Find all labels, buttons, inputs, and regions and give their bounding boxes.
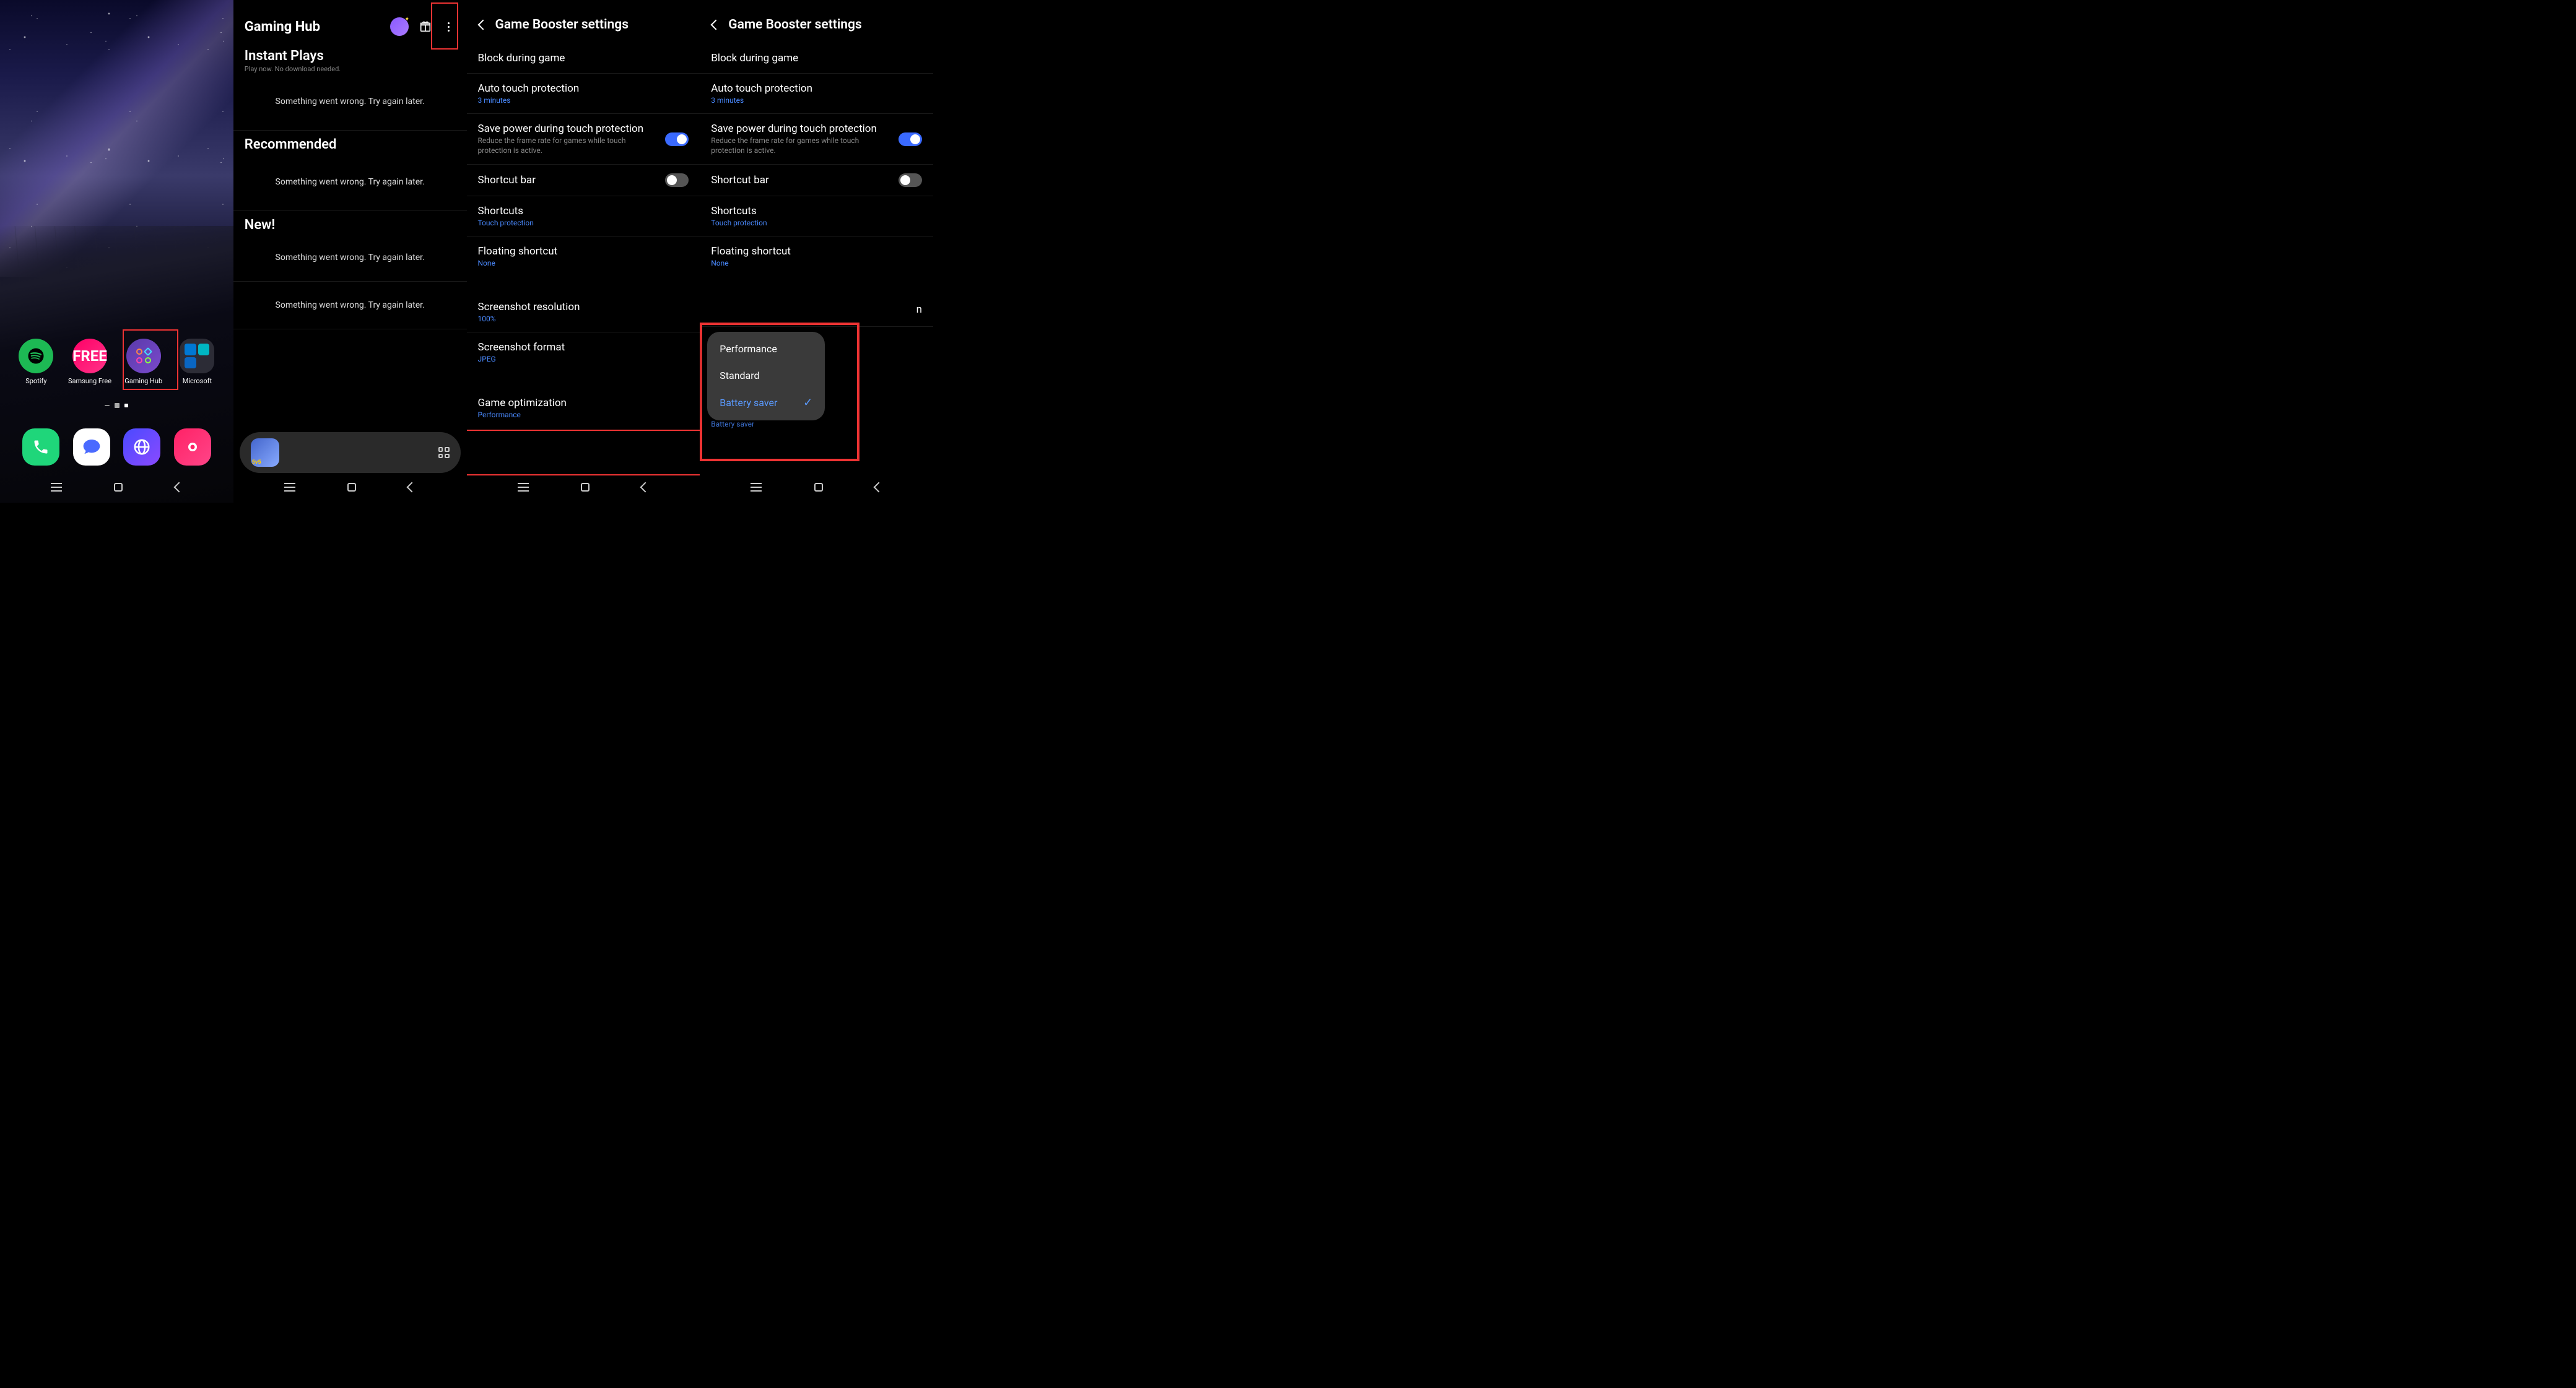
settings-list: Block during game Auto touch protection …	[467, 43, 700, 428]
more-icon[interactable]	[442, 20, 456, 33]
error-message: Something went wrong. Try again later.	[233, 154, 467, 211]
setting-auto-touch[interactable]: Auto touch protection 3 minutes	[700, 74, 933, 114]
home-button[interactable]	[581, 483, 590, 492]
instant-plays-section: Instant Plays Play now. No download need…	[233, 42, 467, 73]
app-samsung-free[interactable]: FREE Samsung Free	[65, 339, 115, 385]
section-subtitle: Play now. No download needed.	[245, 65, 456, 73]
setting-screenshot-resolution-partial[interactable]: n	[700, 292, 933, 327]
shortcut-bar-toggle[interactable]	[899, 173, 922, 187]
setting-shortcut-bar[interactable]: Shortcut bar	[467, 165, 700, 196]
game-launcher-bar[interactable]	[240, 432, 461, 473]
page-title: Game Booster settings	[728, 17, 862, 32]
messages-app[interactable]	[73, 428, 110, 466]
settings-panel-2: Game Booster settings Block during game …	[700, 0, 933, 503]
recents-button[interactable]	[51, 487, 62, 488]
recents-button[interactable]	[518, 487, 529, 488]
gaming-hub-icon	[126, 339, 161, 373]
app-microsoft-folder[interactable]: Microsoft	[172, 339, 222, 385]
app-row: Spotify FREE Samsung Free Gaming Hub Mic…	[0, 339, 233, 385]
section-title: Instant Plays	[245, 48, 456, 64]
dock	[0, 428, 233, 466]
back-button[interactable]	[640, 482, 651, 493]
setting-save-power[interactable]: Save power during touch protection Reduc…	[467, 114, 700, 165]
back-button[interactable]	[873, 482, 884, 493]
game-icon[interactable]	[251, 438, 279, 467]
home-button[interactable]	[347, 483, 356, 492]
home-button[interactable]	[814, 483, 823, 492]
dropdown-option-performance[interactable]: Performance	[707, 336, 825, 362]
highlight-game-optimization	[467, 430, 700, 475]
dropdown-option-standard[interactable]: Standard	[707, 362, 825, 389]
setting-block-during-game[interactable]: Block during game	[467, 43, 700, 74]
camera-app[interactable]	[174, 428, 211, 466]
setting-game-optimization[interactable]: Game optimization Performance	[467, 388, 700, 428]
page-title: Gaming Hub	[245, 19, 390, 35]
section-title: New!	[245, 217, 456, 233]
app-label: Spotify	[25, 377, 46, 385]
optimization-dropdown: Performance Standard Battery saver ✓	[707, 332, 825, 420]
android-navbar	[467, 478, 700, 497]
setting-auto-touch[interactable]: Auto touch protection 3 minutes	[467, 74, 700, 114]
app-label: Samsung Free	[68, 377, 111, 385]
setting-screenshot-resolution[interactable]: Screenshot resolution 100%	[467, 292, 700, 332]
avatar-icon[interactable]	[390, 17, 409, 36]
app-label: Gaming Hub	[124, 377, 162, 385]
gaming-hub-header: Gaming Hub	[233, 0, 467, 42]
setting-shortcuts[interactable]: Shortcuts Touch protection	[700, 196, 933, 236]
back-icon[interactable]	[711, 20, 721, 30]
check-icon: ✓	[803, 396, 812, 409]
android-navbar	[700, 478, 933, 497]
setting-shortcuts[interactable]: Shortcuts Touch protection	[467, 196, 700, 236]
recents-button[interactable]	[284, 487, 295, 488]
dropdown-option-battery-saver[interactable]: Battery saver ✓	[707, 389, 825, 417]
samsung-free-icon: FREE	[72, 339, 107, 373]
phone-app[interactable]	[22, 428, 59, 466]
setting-screenshot-format[interactable]: Screenshot format JPEG	[467, 332, 700, 372]
setting-floating-shortcut[interactable]: Floating shortcut None	[700, 236, 933, 276]
page-indicator[interactable]	[105, 403, 128, 408]
error-message: Something went wrong. Try again later.	[233, 282, 467, 329]
back-button[interactable]	[173, 482, 184, 493]
setting-floating-shortcut[interactable]: Floating shortcut None	[467, 236, 700, 276]
settings-header: Game Booster settings	[700, 0, 933, 43]
setting-shortcut-bar[interactable]: Shortcut bar	[700, 165, 933, 196]
recents-button[interactable]	[751, 487, 762, 488]
shortcut-bar-toggle[interactable]	[665, 173, 689, 187]
app-spotify[interactable]: Spotify	[11, 339, 61, 385]
setting-save-power[interactable]: Save power during touch protection Reduc…	[700, 114, 933, 165]
settings-header: Game Booster settings	[467, 0, 700, 43]
home-screen-panel: Spotify FREE Samsung Free Gaming Hub Mic…	[0, 0, 233, 503]
android-navbar	[233, 478, 467, 497]
gaming-hub-panel: Gaming Hub Instant Plays Play now. No do…	[233, 0, 467, 503]
apps-grid-icon[interactable]	[438, 447, 450, 458]
settings-panel-1: Game Booster settings Block during game …	[467, 0, 700, 503]
spotify-icon	[19, 339, 53, 373]
new-section: New!	[233, 211, 467, 233]
app-gaming-hub[interactable]: Gaming Hub	[119, 339, 168, 385]
recommended-section: Recommended	[233, 131, 467, 152]
wallpaper	[0, 0, 233, 503]
save-power-toggle[interactable]	[665, 132, 689, 146]
gift-icon[interactable]	[419, 20, 432, 33]
back-icon[interactable]	[477, 20, 488, 30]
android-navbar	[0, 478, 233, 497]
back-button[interactable]	[407, 482, 417, 493]
error-message: Something went wrong. Try again later.	[233, 73, 467, 131]
microsoft-folder-icon	[180, 339, 214, 373]
home-button[interactable]	[114, 483, 123, 492]
browser-app[interactable]	[123, 428, 160, 466]
section-title: Recommended	[245, 137, 456, 152]
error-message: Something went wrong. Try again later.	[233, 234, 467, 282]
setting-block-during-game[interactable]: Block during game	[700, 43, 933, 74]
page-title: Game Booster settings	[495, 17, 629, 32]
app-label: Microsoft	[183, 377, 212, 385]
save-power-toggle[interactable]	[899, 132, 922, 146]
